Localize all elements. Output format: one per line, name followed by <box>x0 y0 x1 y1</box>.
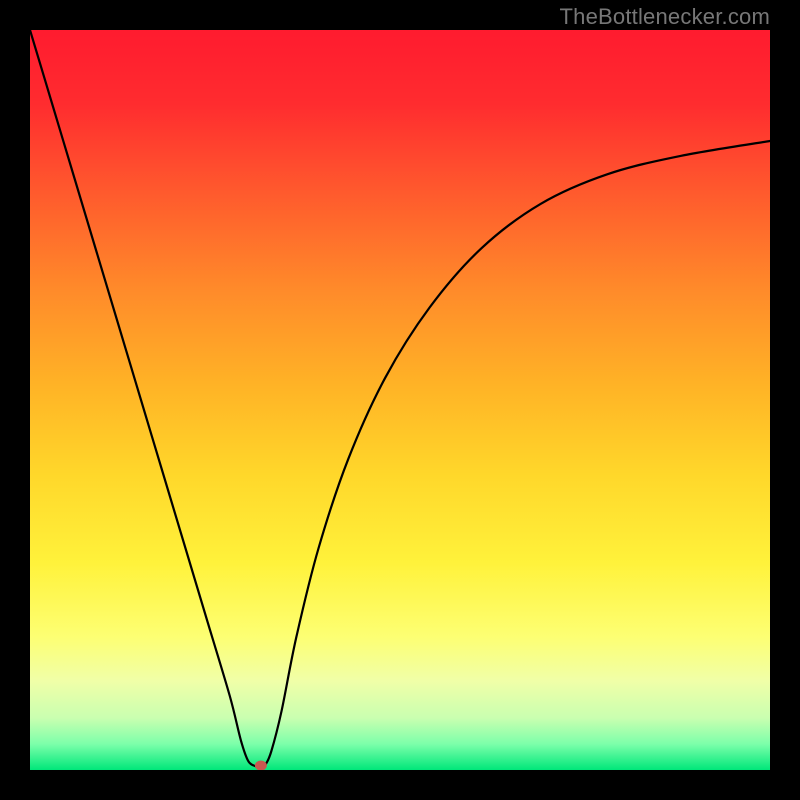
chart-frame: TheBottlenecker.com <box>0 0 800 800</box>
chart-svg <box>30 30 770 770</box>
plot-area <box>30 30 770 770</box>
watermark-text: TheBottlenecker.com <box>560 4 770 30</box>
